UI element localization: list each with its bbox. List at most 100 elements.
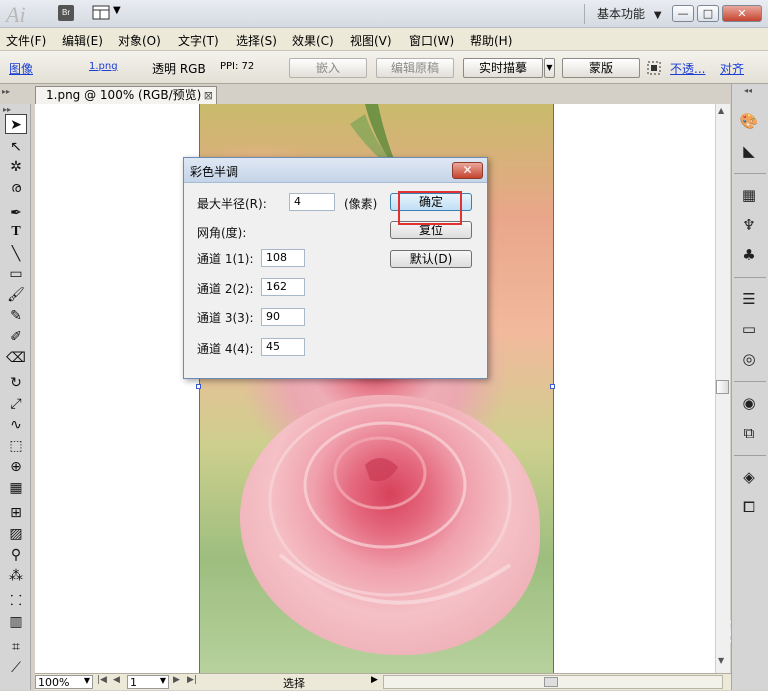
minimize-button[interactable]: — (672, 5, 694, 22)
menu-window[interactable]: 窗口(W) (409, 32, 454, 49)
slice-tool-icon[interactable]: ⟋ (5, 658, 27, 678)
zoom-value: 100% (38, 676, 70, 689)
scroll-down-icon[interactable]: ▼ (718, 656, 724, 665)
symbols-icon[interactable]: ♣ (737, 244, 761, 266)
menu-file[interactable]: 文件(F) (6, 32, 46, 49)
menu-help[interactable]: 帮助(H) (470, 32, 512, 49)
collapse-arrows-icon[interactable]: ▸▸ (3, 105, 11, 114)
restore-button[interactable]: □ (697, 5, 719, 22)
max-radius-input[interactable]: 4 (289, 193, 335, 211)
swatches-icon[interactable]: ▦ (737, 184, 761, 206)
embed-button[interactable]: 嵌入 (289, 58, 367, 78)
collapse-arrows-icon[interactable]: ◂◂ (744, 86, 752, 95)
status-menu-icon[interactable]: ▶ (371, 675, 378, 685)
color-guide-icon[interactable]: ◣ (737, 140, 761, 162)
graphic-styles-icon[interactable]: ⧉ (737, 422, 761, 444)
horizontal-scrollbar[interactable] (383, 675, 723, 689)
pencil-tool-icon[interactable]: ✎ (5, 306, 27, 326)
paintbrush-tool-icon[interactable]: 🖌 (5, 285, 27, 305)
menu-edit[interactable]: 编辑(E) (62, 32, 103, 49)
rotate-tool-icon[interactable]: ↻ (5, 373, 27, 393)
type-tool-icon[interactable]: T (5, 222, 27, 242)
menu-object[interactable]: 对象(O) (118, 32, 161, 49)
mesh-tool-icon[interactable]: ⊞ (5, 503, 27, 523)
warp-tool-icon[interactable]: ∿ (5, 415, 27, 435)
image-link[interactable]: 图像 (9, 60, 33, 77)
selection-tool-icon[interactable]: ➤ (5, 114, 27, 134)
menu-type[interactable]: 文字(T) (178, 32, 219, 49)
perspective-grid-tool-icon[interactable]: ▦ (5, 478, 27, 498)
transparency-panel-icon[interactable]: ◎ (737, 348, 761, 370)
close-tab-icon[interactable]: ⊠ (204, 87, 213, 104)
selection-handle[interactable] (196, 384, 201, 389)
lasso-tool-icon[interactable]: ര (5, 178, 27, 198)
dialog-title-bar[interactable]: 彩色半调 ✕ (184, 158, 487, 183)
opacity-link[interactable]: 不透... (670, 60, 705, 77)
scale-tool-icon[interactable]: ⤢ (5, 394, 27, 414)
zoom-select[interactable]: 100% ▼ (35, 675, 93, 689)
edit-original-button[interactable]: 编辑原稿 (376, 58, 454, 78)
chevron-down-icon: ▼ (159, 676, 166, 685)
menu-effect[interactable]: 效果(C) (292, 32, 334, 49)
first-page-icon[interactable]: |◀ (97, 675, 107, 685)
channel-2-input[interactable]: 162 (261, 278, 305, 296)
gradient-panel-icon[interactable]: ▭ (737, 318, 761, 340)
channel-3-input[interactable]: 90 (261, 308, 305, 326)
shape-builder-tool-icon[interactable]: ⊕ (5, 457, 27, 477)
dialog-title: 彩色半调 (190, 165, 239, 179)
blend-tool-icon[interactable]: ⁂ (5, 566, 27, 586)
channel-1-label: 通道 1(1): (197, 252, 254, 266)
rectangle-tool-icon[interactable]: ▭ (5, 264, 27, 284)
next-page-icon[interactable]: ▶ (173, 675, 180, 685)
max-radius-label: 最大半径(R): (197, 197, 267, 211)
channel-1-input[interactable]: 108 (261, 249, 305, 267)
app-logo: Ai (6, 2, 26, 27)
artboards-panel-icon[interactable]: ⧠ (737, 496, 761, 518)
color-panel-icon[interactable]: 🎨 (737, 110, 761, 132)
direct-selection-tool-icon[interactable]: ↖ (5, 137, 27, 157)
mask-button[interactable]: 蒙版 (562, 58, 640, 78)
collapse-arrows-icon[interactable]: ▸▸ (2, 87, 10, 96)
title-bar: Ai Br ▼ 基本功能 ▼ — □ ✕ (0, 0, 768, 28)
default-button[interactable]: 默认(D) (390, 250, 472, 268)
trace-options-dropdown[interactable]: ▼ (544, 58, 555, 78)
chevron-down-icon: ▼ (83, 676, 90, 685)
eyedropper-tool-icon[interactable]: ⚲ (5, 545, 27, 565)
menu-select[interactable]: 选择(S) (236, 32, 277, 49)
dialog-close-button[interactable]: ✕ (452, 162, 483, 179)
prev-page-icon[interactable]: ◀ (113, 675, 120, 685)
brushes-icon[interactable]: ♆ (737, 214, 761, 236)
channel-4-input[interactable]: 45 (261, 338, 305, 356)
unit-label: (像素) (344, 197, 378, 211)
artboard-tool-icon[interactable]: ⌗ (5, 637, 27, 657)
transform-icon[interactable] (647, 61, 661, 78)
live-trace-button[interactable]: 实时描摹 (463, 58, 543, 78)
line-tool-icon[interactable]: ╲ (5, 244, 27, 264)
layers-panel-icon[interactable]: ◈ (737, 466, 761, 488)
bridge-button[interactable]: Br (58, 5, 74, 21)
scroll-up-icon[interactable]: ▲ (718, 106, 724, 115)
menu-view[interactable]: 视图(V) (350, 32, 392, 49)
vertical-scroll-thumb[interactable] (716, 380, 729, 394)
blob-brush-tool-icon[interactable]: ✐ (5, 327, 27, 347)
symbol-sprayer-tool-icon[interactable]: ⸬ (5, 591, 27, 611)
free-transform-tool-icon[interactable]: ⬚ (5, 436, 27, 456)
column-graph-tool-icon[interactable]: ▥ (5, 612, 27, 632)
document-tab[interactable]: 1.png @ 100% (RGB/预览) ⊠ (35, 86, 217, 104)
file-name-link[interactable]: 1.png (89, 61, 118, 72)
eraser-tool-icon[interactable]: ⌫ (5, 348, 27, 368)
page-select[interactable]: 1 ▼ (127, 675, 169, 689)
appearance-panel-icon[interactable]: ◉ (737, 392, 761, 414)
last-page-icon[interactable]: ▶| (187, 675, 197, 685)
align-link[interactable]: 对齐 (720, 60, 744, 77)
selection-handle[interactable] (550, 384, 555, 389)
workspace-switcher[interactable]: 基本功能 ▼ (597, 5, 662, 22)
stroke-panel-icon[interactable]: ☰ (737, 288, 761, 310)
horizontal-scroll-thumb[interactable] (544, 677, 558, 687)
arrange-documents-button[interactable]: ▼ (92, 5, 122, 22)
window-close-button[interactable]: ✕ (722, 5, 762, 22)
magic-wand-tool-icon[interactable]: ✲ (5, 157, 27, 177)
gradient-tool-icon[interactable]: ▨ (5, 524, 27, 544)
pen-tool-icon[interactable]: ✒ (5, 203, 27, 223)
watermark-url: jingyan.baidu.com (596, 650, 685, 662)
